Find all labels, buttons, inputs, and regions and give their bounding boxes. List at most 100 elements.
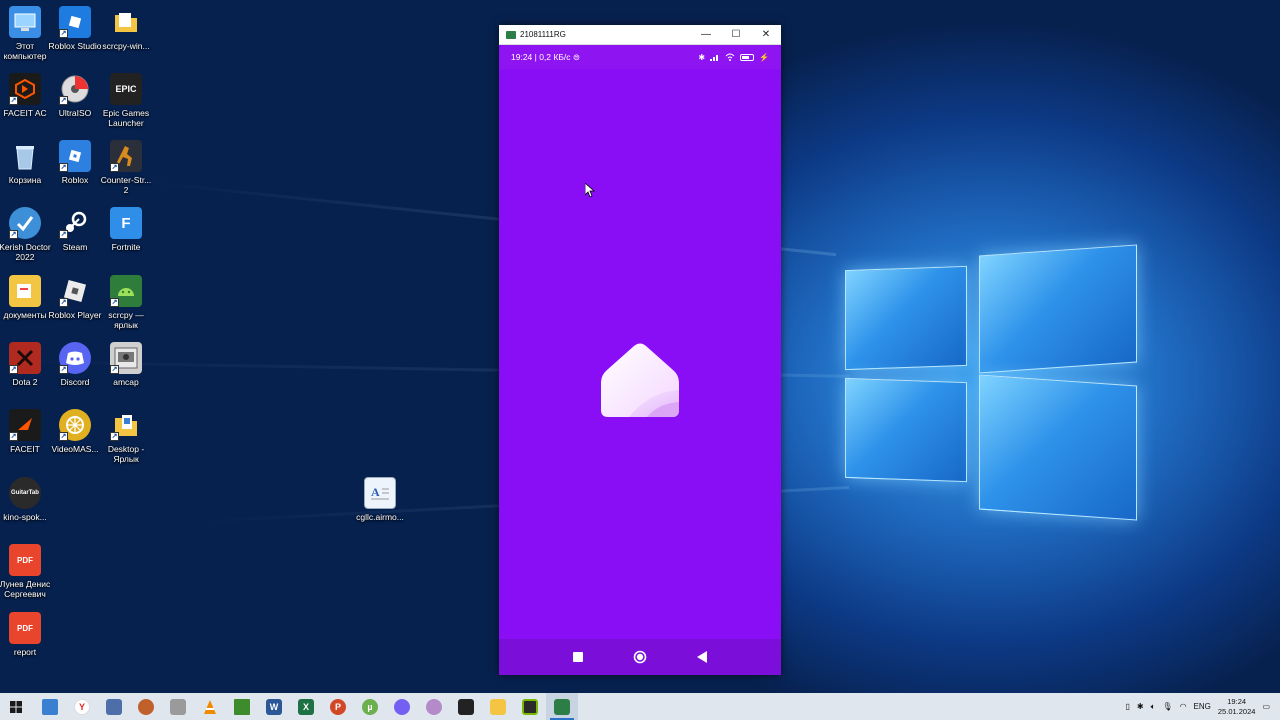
camera-app-icon: [458, 698, 474, 715]
start-button[interactable]: [0, 693, 32, 720]
phone-status-bar: 19:24 | 0,2 КБ/с ⊜ ✱ ⚡: [499, 45, 781, 69]
taskbar-app-camera[interactable]: [450, 693, 482, 720]
desktop-icon-scrcpy-folder[interactable]: scrcpy-win...: [99, 6, 153, 51]
desktop-icon-faceit-ac[interactable]: ↗ FACEIT AC: [0, 73, 52, 118]
maximize-button[interactable]: ☐: [721, 25, 751, 45]
android-icon: ↗: [110, 275, 142, 307]
notifications-icon[interactable]: ▭: [1262, 702, 1270, 711]
taskbar: Y W X P µ ▯ ✱ 🔈︎ 🎙︎ ◠ ENG 19:24 25.01.20…: [0, 693, 1280, 720]
roblox-icon: ↗: [59, 140, 91, 172]
roblox-studio-icon: ↗: [59, 6, 91, 38]
clock[interactable]: 19:24 25.01.2024: [1218, 697, 1256, 717]
minimize-button[interactable]: —: [691, 25, 721, 45]
taskbar-app-vlc[interactable]: [194, 693, 226, 720]
discord-icon: ↗: [59, 342, 91, 374]
taskbar-app-nvidia[interactable]: [514, 693, 546, 720]
guitar-tab-icon: GuitarTab: [9, 477, 41, 509]
utorrent-icon: µ: [362, 698, 378, 715]
desktop-icon-dota2[interactable]: ↗ Dota 2: [0, 342, 52, 387]
taskbar-app-window[interactable]: [34, 693, 66, 720]
computer-icon: [9, 6, 41, 38]
status-time-speed: 19:24 | 0,2 КБ/с ⊜: [511, 51, 581, 62]
desktop-icon-steam[interactable]: ↗ Steam: [48, 207, 102, 252]
charging-icon: ⚡: [759, 52, 769, 62]
desktop-icon-videomaster[interactable]: ↗ VideoMAS...: [48, 409, 102, 454]
back-button[interactable]: [697, 651, 707, 663]
kerish-doctor-icon: ↗: [9, 207, 41, 239]
taskbar-app-minecraft[interactable]: [226, 693, 258, 720]
bluetooth-tray-icon[interactable]: ✱: [1137, 702, 1144, 711]
status-icons: ✱ ⚡: [698, 53, 769, 62]
word-icon: W: [266, 698, 282, 715]
microphone-icon[interactable]: 🎙︎: [1162, 702, 1172, 711]
feather-icon: [426, 698, 442, 715]
steam-icon: ↗: [59, 207, 91, 239]
desktop-icon-roblox-player[interactable]: ↗ Roblox Player: [48, 275, 102, 320]
windows-start-icon: [10, 700, 22, 713]
phone-screen[interactable]: 19:24 | 0,2 КБ/с ⊜ ✱ ⚡: [499, 45, 781, 675]
volume-icon[interactable]: 🔈︎: [1151, 702, 1156, 712]
mouse-cursor-icon: [585, 183, 595, 197]
desktop-icon-scrcpy-shortcut[interactable]: ↗ scrcpy — ярлык: [99, 275, 153, 330]
taskbar-app-lion[interactable]: [130, 693, 162, 720]
signal-icon: [710, 55, 719, 61]
taskbar-app-utorrent[interactable]: µ: [354, 693, 386, 720]
network-icon[interactable]: ◠: [1180, 702, 1187, 711]
desktop-icon-lunev-pdf[interactable]: PDF Лунев Денис Сергеевич: [0, 544, 52, 599]
system-tray: ▯ ✱ 🔈︎ 🎙︎ ◠ ENG 19:24 25.01.2024 ▭: [1125, 693, 1280, 720]
desktop-icon-amcap[interactable]: ↗ amcap: [99, 342, 153, 387]
desktop-icon-roblox-studio[interactable]: ↗ Roblox Studio: [48, 6, 102, 51]
scrcpy-icon: [554, 698, 570, 715]
close-button[interactable]: ✕: [751, 25, 781, 45]
desktop-icon-desktop-shortcut[interactable]: ↗ Desktop - Ярлык: [99, 409, 153, 464]
desktop-icon-roblox[interactable]: ↗ Roblox: [48, 140, 102, 185]
yandex-browser-icon: Y: [74, 698, 90, 715]
recents-button[interactable]: [573, 652, 583, 662]
taskbar-app-powerpoint[interactable]: P: [322, 693, 354, 720]
desktop-icon-fortnite[interactable]: F Fortnite: [99, 207, 153, 252]
usb-icon[interactable]: ▯: [1125, 702, 1129, 711]
scrcpy-window[interactable]: 21081111RG — ☐ ✕ 19:24 | 0,2 КБ/с ⊜ ✱ ⚡: [499, 25, 781, 675]
taskbar-app-word[interactable]: W: [258, 693, 290, 720]
desktop-icon-cs2[interactable]: ↗ Counter-Str... 2: [99, 140, 153, 195]
desktop-icon-ultraiso[interactable]: ↗ UltraISO: [48, 73, 102, 118]
dota2-icon: ↗: [9, 342, 41, 374]
desktop-icon-cgllc-airmo[interactable]: A cgllc.airmo...: [352, 477, 408, 522]
desktop-icon-documents[interactable]: документы: [0, 275, 52, 320]
desktop-icon-epic-games[interactable]: EPIC Epic Games Launcher: [99, 73, 153, 128]
taskbar-app-yandex[interactable]: Y: [66, 693, 98, 720]
home-button[interactable]: [633, 650, 647, 664]
cs2-icon: ↗: [110, 140, 142, 172]
taskbar-app-calculator[interactable]: [98, 693, 130, 720]
phone-navigation-bar: [499, 639, 781, 675]
taskbar-app-viber[interactable]: [386, 693, 418, 720]
desktop-icon-report-pdf[interactable]: PDF report: [0, 612, 52, 657]
folder-icon: [490, 698, 506, 715]
taskbar-app-file-explorer[interactable]: [482, 693, 514, 720]
desktop-icon-discord[interactable]: ↗ Discord: [48, 342, 102, 387]
desktop-icon-recycle-bin[interactable]: Корзина: [0, 140, 52, 185]
wifi-icon: [725, 53, 735, 61]
text-document-icon: A: [364, 477, 396, 509]
taskbar-app-feather[interactable]: [418, 693, 450, 720]
clock-date: 25.01.2024: [1217, 706, 1256, 716]
desktop-icon-kino-spok[interactable]: GuitarTab kino-spok...: [0, 477, 52, 522]
viber-icon: [394, 698, 410, 715]
window-titlebar[interactable]: 21081111RG — ☐ ✕: [499, 25, 781, 45]
language-indicator[interactable]: ENG: [1194, 702, 1211, 711]
recycle-bin-icon: [9, 140, 41, 172]
desktop-icon-faceit[interactable]: ↗ FACEIT: [0, 409, 52, 454]
folder-documents-icon: [9, 275, 41, 307]
desktop-icon-this-pc[interactable]: Этот компьютер: [0, 6, 52, 61]
taskbar-app-tool[interactable]: [162, 693, 194, 720]
faceit-icon: ↗: [9, 409, 41, 441]
windows-logo-graphic: [843, 244, 1138, 525]
desktop-icon-kerish-doctor[interactable]: ↗ Kerish Doctor 2022: [0, 207, 52, 262]
battery-icon: [740, 53, 755, 61]
pdf-icon: PDF: [9, 612, 41, 644]
epic-games-icon: EPIC: [110, 73, 142, 105]
taskbar-app-scrcpy[interactable]: [546, 693, 578, 720]
window-title: 21081111RG: [520, 30, 566, 39]
taskbar-app-excel[interactable]: X: [290, 693, 322, 720]
excel-icon: X: [298, 698, 314, 715]
